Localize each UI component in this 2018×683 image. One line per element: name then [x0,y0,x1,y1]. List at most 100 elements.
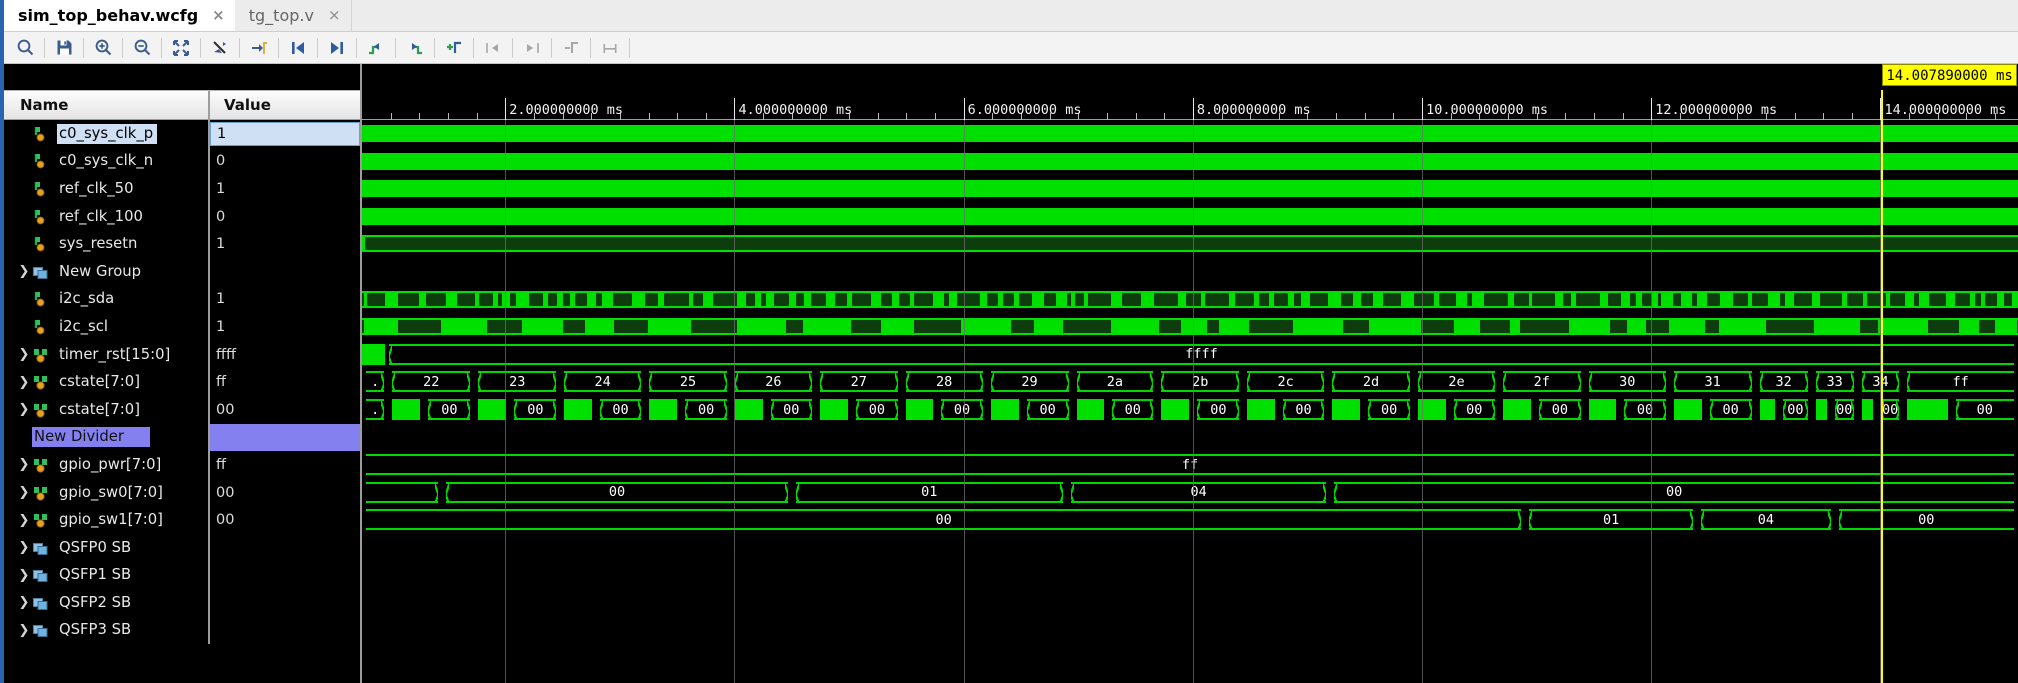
chevron-right-icon[interactable]: ❯ [16,541,32,554]
signal-value-cell[interactable]: 00 [210,396,360,424]
signal-name-cell[interactable]: sys_resetn [4,230,210,258]
signal-value-cell[interactable]: 00 [210,506,360,534]
signal-row-c0-sys-clk-n[interactable]: c0_sys_clk_n 0 [4,147,360,176]
chevron-right-icon[interactable]: ❯ [16,624,32,637]
column-header-name[interactable]: Name [4,91,210,119]
signal-row-qsfp2-sb[interactable]: ❯ QSFP2 SB [4,589,360,617]
waveform-track-new-group[interactable] [362,258,2018,286]
signal-value-cell[interactable] [210,562,360,590]
chevron-right-icon[interactable]: ❯ [16,348,32,361]
prev-marker-icon[interactable] [478,35,508,61]
waveform-track-ref-clk-50[interactable] [362,175,2018,203]
next-transition-icon[interactable] [400,35,430,61]
signal-value-cell[interactable]: ff [210,451,360,479]
signal-name-cell[interactable]: ❯ gpio_sw0[7:0] [4,478,210,507]
column-header-value[interactable]: Value [210,91,360,119]
waveform-track-qsfp1-sb[interactable] [362,561,2018,590]
chevron-right-icon[interactable]: ❯ [16,596,32,609]
time-ruler[interactable]: 2.000000000 ms 4.000000000 ms 6.000000000 … [362,90,2018,120]
signal-row-gpio-sw1-7-0-[interactable]: ❯ gpio_sw1[7:0] 00 [4,506,360,534]
signal-row-timer-rst-15-0-[interactable]: ❯ timer_rst[15:0] ffff [4,340,360,369]
signal-value-cell[interactable]: 1 [210,175,360,203]
signal-name-cell[interactable]: ❯ gpio_sw1[7:0] [4,506,210,534]
waveform-track-i2c-scl[interactable] [362,313,2018,341]
zoom-out-icon[interactable] [127,35,157,61]
signal-value-cell[interactable]: 1 [210,120,360,148]
remove-icon[interactable] [556,35,586,61]
waveform-track-qsfp3-sb[interactable] [362,616,2018,645]
signal-row-sys-resetn[interactable]: sys_resetn 1 [4,230,360,258]
cursor-line[interactable] [1881,120,1884,683]
signal-name-cell[interactable]: ❯ cstate[7:0] [4,368,210,396]
signal-row-gpio-pwr-7-0-[interactable]: ❯ gpio_pwr[7:0] ff [4,451,360,479]
signal-name-cell[interactable]: c0_sys_clk_p [4,120,210,148]
goto-end-icon[interactable] [322,35,352,61]
add-marker-icon[interactable] [244,35,274,61]
waveform-track-qsfp0-sb[interactable] [362,534,2018,562]
signal-row-c0-sys-clk-p[interactable]: c0_sys_clk_p 1 [4,120,360,148]
chevron-right-icon[interactable]: ❯ [16,569,32,582]
waveform-track-sys-resetn[interactable] [362,230,2018,258]
signal-row-ref-clk-100[interactable]: ref_clk_100 0 [4,202,360,231]
signal-value-cell[interactable] [210,258,360,286]
waveform-track-c0-sys-clk-p[interactable] [362,120,2018,148]
signal-name-cell[interactable]: ❯ gpio_pwr[7:0] [4,451,210,479]
signal-value-cell[interactable]: 1 [210,313,360,341]
signal-value-cell[interactable]: ff [210,368,360,396]
remove-marker-icon[interactable] [205,35,235,61]
signal-row-new-divider[interactable]: New Divider [4,423,360,452]
signal-name-cell[interactable]: ❯ New Group [4,257,210,286]
chevron-right-icon[interactable]: ❯ [16,265,32,278]
signal-value-cell[interactable]: 1 [210,230,360,258]
signal-name-cell[interactable]: ❯ QSFP3 SB [4,616,210,645]
signal-value-cell[interactable] [210,423,360,452]
signal-name-cell[interactable]: ❯ QSFP0 SB [4,533,210,562]
goto-start-icon[interactable] [283,35,313,61]
waveform-track-timer-rst-15-0-[interactable]: ffff [362,341,2018,369]
close-icon[interactable]: × [212,8,225,23]
zoom-in-icon[interactable] [88,35,118,61]
waveform-track-cstate-7-0-[interactable]: . 00 00 00 00 00 00 00 00 00 00 00 00 00 00 00 00 00 00 00 0… [362,396,2018,424]
signal-value-cell[interactable]: 0 [210,203,360,231]
measure-icon[interactable] [595,35,625,61]
waveform-track-ref-clk-100[interactable] [362,203,2018,231]
waveform-track-gpio-sw1-7-0-[interactable]: 00 01 04 00 [362,506,2018,534]
signal-name-cell[interactable]: c0_sys_clk_n [4,147,210,176]
signal-name-cell[interactable]: ❯ QSFP1 SB [4,561,210,590]
next-marker-icon[interactable] [517,35,547,61]
signal-row-ref-clk-50[interactable]: ref_clk_50 1 [4,175,360,203]
signal-name-cell[interactable]: ❯ cstate[7:0] [4,395,210,424]
signal-row-qsfp3-sb[interactable]: ❯ QSFP3 SB [4,616,360,645]
waveform-track-cstate-7-0-[interactable]: .22232425262728292a2b2c2d2e2f3031323334f… [362,368,2018,396]
signal-row-gpio-sw0-7-0-[interactable]: ❯ gpio_sw0[7:0] 00 [4,478,360,507]
signal-row-i2c-scl[interactable]: i2c_scl 1 [4,313,360,341]
add-divider-icon[interactable] [439,35,469,61]
close-icon[interactable]: × [328,8,341,23]
zoom-fit-icon[interactable] [166,35,196,61]
wave-area[interactable]: 14.007890000 ms 2.000000000 ms 4.00000000… [362,64,2018,683]
waveform-track-gpio-pwr-7-0-[interactable]: ff [362,451,2018,479]
signal-row-qsfp0-sb[interactable]: ❯ QSFP0 SB [4,533,360,562]
chevron-right-icon[interactable]: ❯ [16,376,32,389]
signal-value-cell[interactable] [210,534,360,562]
search-icon[interactable] [10,35,40,61]
signal-row-i2c-sda[interactable]: i2c_sda 1 [4,285,360,314]
signal-name-cell[interactable]: ref_clk_100 [4,202,210,231]
signal-name-cell[interactable]: ❯ QSFP2 SB [4,589,210,617]
signal-name-cell[interactable]: New Divider [4,423,210,452]
signal-name-cell[interactable]: i2c_scl [4,313,210,341]
waveform-track-gpio-sw0-7-0-[interactable]: 00 01 04 00 [362,479,2018,507]
signal-row-cstate-7-0-[interactable]: ❯ cstate[7:0] ff [4,368,360,396]
signal-row-qsfp1-sb[interactable]: ❯ QSFP1 SB [4,561,360,590]
tab-tg-top-v[interactable]: tg_top.v × [234,0,351,31]
signal-value-cell[interactable]: ffff [210,341,360,369]
waveform-track-c0-sys-clk-n[interactable] [362,148,2018,176]
previous-transition-icon[interactable] [361,35,391,61]
chevron-right-icon[interactable]: ❯ [16,403,32,416]
chevron-right-icon[interactable]: ❯ [16,514,32,527]
waveform-track-i2c-sda[interactable] [362,286,2018,314]
waveform-track-new-divider[interactable] [362,423,2018,452]
signal-name-cell[interactable]: ref_clk_50 [4,175,210,203]
chevron-right-icon[interactable]: ❯ [16,458,32,471]
tab-sim-top-behav[interactable]: sim_top_behav.wcfg × [4,0,235,31]
